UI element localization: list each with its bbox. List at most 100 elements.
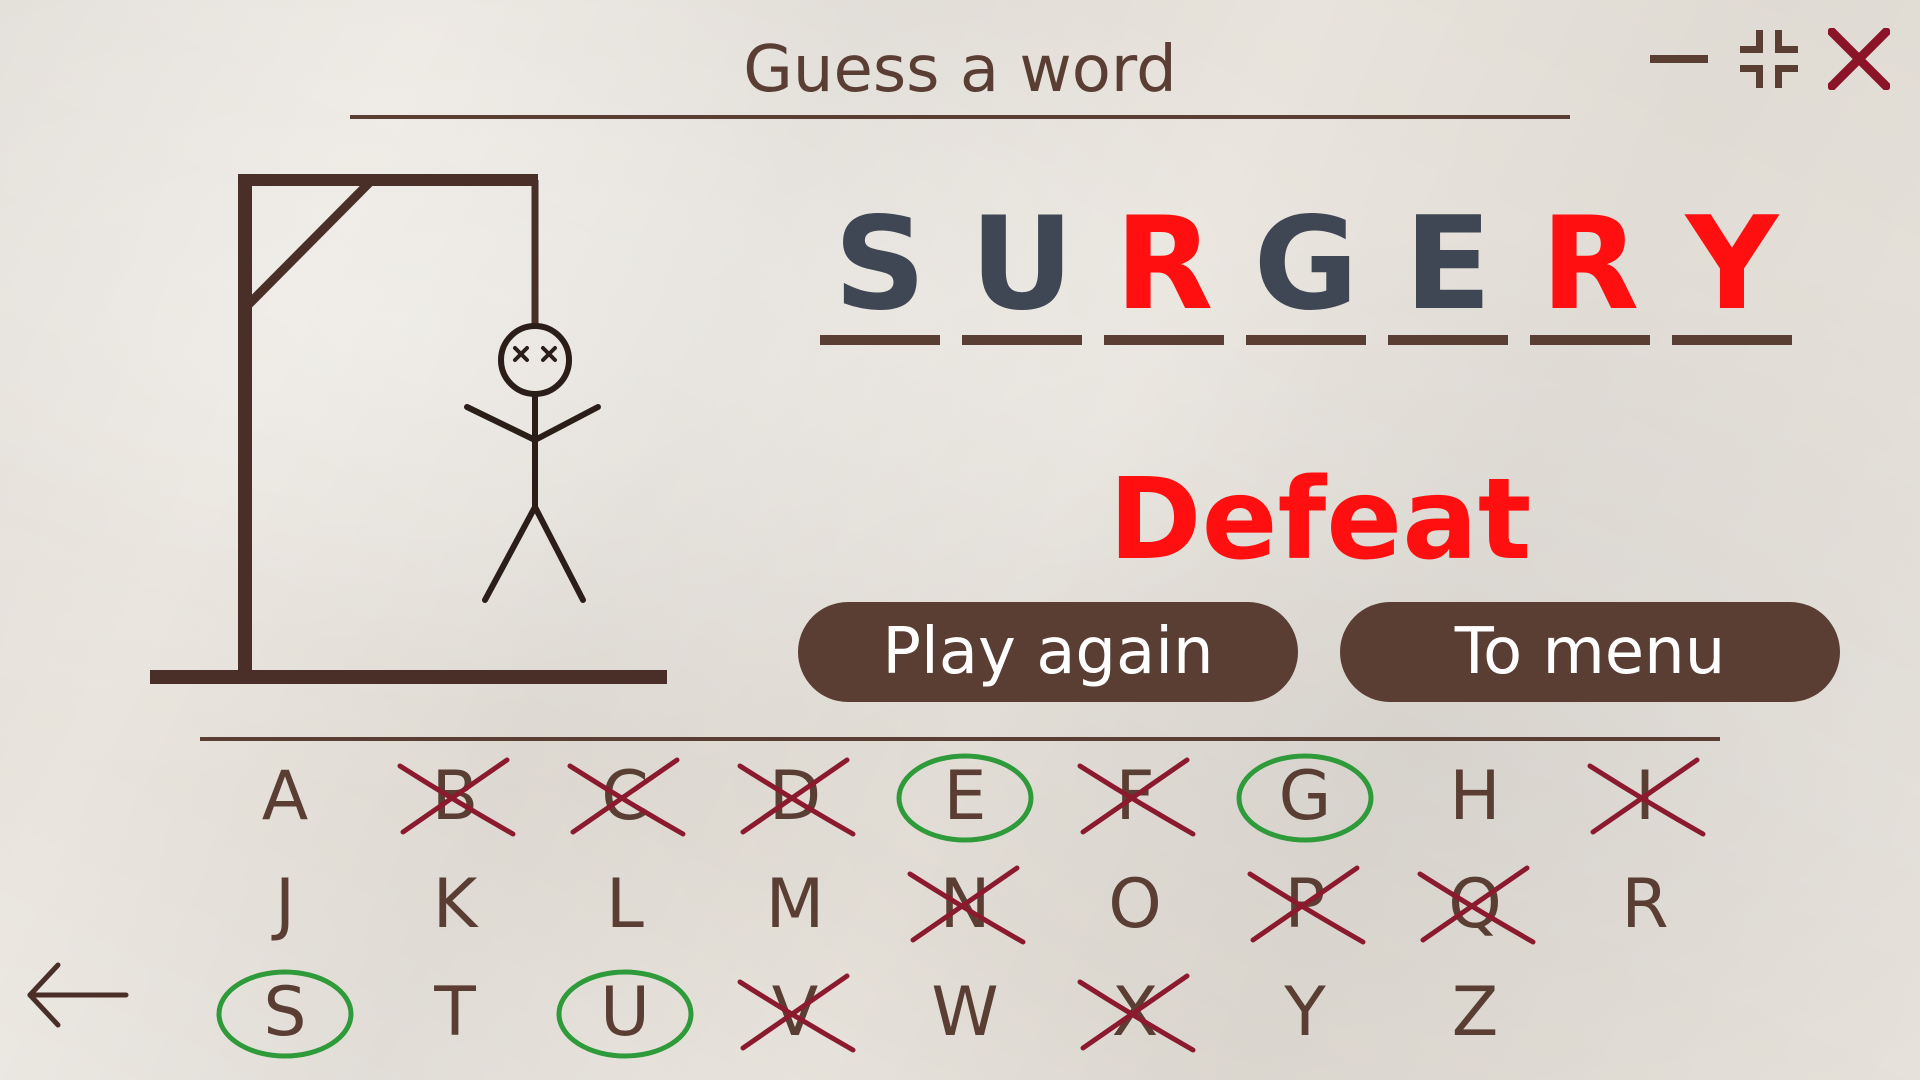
letter-key-label: V <box>771 972 819 1052</box>
letter-key-label: U <box>600 972 650 1052</box>
letter-key-i: I <box>1575 746 1715 846</box>
letter-key-label: E <box>943 756 987 836</box>
letter-key-label: T <box>434 972 476 1052</box>
word-underline <box>962 335 1082 345</box>
restore-icon <box>1740 30 1798 88</box>
back-arrow-icon <box>27 962 129 1028</box>
close-icon <box>1828 28 1890 90</box>
letter-keyboard: A B C D E F G H I J K L M N O P Q R S T U V W X Y Z <box>215 742 1715 1066</box>
play-again-button[interactable]: Play again <box>798 602 1298 702</box>
letter-key-y[interactable]: Y <box>1235 962 1375 1062</box>
word-underline <box>1388 335 1508 345</box>
letter-key-z[interactable]: Z <box>1405 962 1545 1062</box>
word-slot: U <box>962 195 1082 345</box>
result-text: Defeat <box>1108 455 1532 585</box>
keyboard-row: J K L M N O P Q R <box>215 850 1715 958</box>
word-letter: U <box>970 190 1074 339</box>
letter-key-p: P <box>1235 854 1375 954</box>
keyboard-row: S T U V W X Y Z <box>215 958 1715 1066</box>
letter-key-label: K <box>432 864 478 944</box>
letter-key-c: C <box>555 746 695 846</box>
stick-figure <box>464 323 601 603</box>
word-slot: R <box>1104 195 1224 345</box>
gallows-brace <box>244 176 376 309</box>
back-button[interactable] <box>22 955 132 1035</box>
letter-key-label: W <box>931 972 999 1052</box>
letter-key-label: D <box>768 756 822 836</box>
letter-key-g: G <box>1235 746 1375 846</box>
letter-key-u: U <box>555 962 695 1062</box>
letter-key-o[interactable]: O <box>1065 854 1205 954</box>
word-slot: S <box>820 195 940 345</box>
letter-key-j[interactable]: J <box>215 854 355 954</box>
word-letter: R <box>1540 190 1640 339</box>
letter-key-r[interactable]: R <box>1575 854 1715 954</box>
figure-right-eye <box>541 346 557 362</box>
letter-key-label: A <box>261 756 309 836</box>
letter-key-k[interactable]: K <box>385 854 525 954</box>
letter-key-label: N <box>939 864 991 944</box>
letter-key-w[interactable]: W <box>895 962 1035 1062</box>
letter-key-label: S <box>263 972 307 1052</box>
hangman-drawing <box>150 174 667 684</box>
word-underline <box>820 335 940 345</box>
restore-button[interactable] <box>1738 28 1800 90</box>
title-divider <box>350 115 1570 119</box>
figure-right-arm <box>532 404 601 443</box>
letter-key-label: L <box>606 864 644 944</box>
word-letter: S <box>833 190 927 339</box>
word-letter: R <box>1114 190 1214 339</box>
to-menu-button[interactable]: To menu <box>1340 602 1840 702</box>
letter-key-label: G <box>1278 756 1332 836</box>
minimize-button[interactable] <box>1648 28 1710 90</box>
page-title: Guess a word <box>743 33 1177 107</box>
figure-left-eye <box>513 346 529 362</box>
letter-key-f: F <box>1065 746 1205 846</box>
letter-key-label: H <box>1449 756 1501 836</box>
word-slot: Y <box>1672 195 1792 345</box>
letter-key-l[interactable]: L <box>555 854 695 954</box>
word-underline <box>1530 335 1650 345</box>
letter-key-label: Q <box>1448 864 1502 944</box>
letter-key-label: M <box>765 864 825 944</box>
window-controls <box>1648 28 1890 90</box>
figure-right-leg <box>532 504 586 603</box>
letter-key-label: Y <box>1284 972 1326 1052</box>
word-display: SURGERY <box>820 195 1792 345</box>
letter-key-label: Z <box>1451 972 1499 1052</box>
letter-key-label: P <box>1284 864 1326 944</box>
word-letter: G <box>1253 190 1359 339</box>
word-slot: E <box>1388 195 1508 345</box>
word-letter: E <box>1404 190 1492 339</box>
letter-key-label: B <box>431 756 479 836</box>
figure-left-leg <box>482 504 538 603</box>
letter-key-x: X <box>1065 962 1205 1062</box>
word-underline <box>1104 335 1224 345</box>
letter-key-v: V <box>725 962 865 1062</box>
keyboard-divider <box>200 737 1720 741</box>
close-button[interactable] <box>1828 28 1890 90</box>
letter-key-m[interactable]: M <box>725 854 865 954</box>
letter-key-s: S <box>215 962 355 1062</box>
figure-left-arm <box>464 404 538 443</box>
letter-key-q: Q <box>1405 854 1545 954</box>
figure-head <box>498 323 572 397</box>
word-letter: Y <box>1685 190 1779 339</box>
keyboard-row: A B C D E F G H I <box>215 742 1715 850</box>
letter-key-label: X <box>1111 972 1159 1052</box>
word-underline <box>1246 335 1366 345</box>
minimize-icon <box>1650 55 1708 63</box>
word-slot: R <box>1530 195 1650 345</box>
word-slot: G <box>1246 195 1366 345</box>
letter-key-e: E <box>895 746 1035 846</box>
letter-key-label: J <box>274 864 296 944</box>
letter-key-n: N <box>895 854 1035 954</box>
letter-key-label: I <box>1634 756 1656 836</box>
letter-key-h[interactable]: H <box>1405 746 1545 846</box>
word-underline <box>1672 335 1792 345</box>
letter-key-label: C <box>601 756 649 836</box>
letter-key-a[interactable]: A <box>215 746 355 846</box>
letter-key-b: B <box>385 746 525 846</box>
letter-key-label: R <box>1621 864 1669 944</box>
letter-key-t[interactable]: T <box>385 962 525 1062</box>
